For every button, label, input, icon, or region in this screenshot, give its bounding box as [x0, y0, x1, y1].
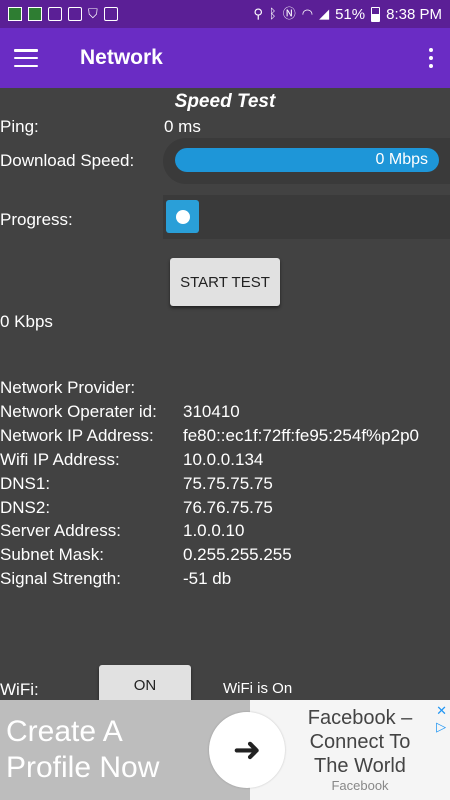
dns1-value: 75.75.75.75 — [183, 474, 273, 493]
signal-strength-label: Signal Strength: — [0, 569, 121, 588]
ad-title[interactable]: Facebook – Connect To The World — [290, 706, 430, 778]
wifi-on-button[interactable]: ON — [99, 665, 191, 705]
nfc-icon: Ⓝ — [282, 6, 296, 21]
image-icon — [48, 7, 62, 21]
wifi-status: WiFi is On — [223, 680, 293, 697]
wifi-label: WiFi: — [0, 680, 39, 699]
status-bar: ⛉ ⚲ ᛒ Ⓝ ◠ ◢ 51% 8:38 PM — [0, 0, 450, 28]
signal-strength-value: -51 db — [183, 569, 232, 588]
wifi-ip-value: 10.0.0.134 — [183, 450, 264, 469]
progress-label: Progress: — [0, 210, 73, 229]
more-vert-icon[interactable] — [428, 48, 434, 68]
adchoices-icon[interactable]: ✕ ▷ — [436, 703, 447, 735]
operator-id-value: 310410 — [183, 402, 240, 421]
download-speed-value: 0 Mbps — [375, 151, 428, 168]
arrow-right-icon[interactable]: ➜ — [209, 712, 285, 788]
server-address-label: Server Address: — [0, 521, 121, 540]
ad-advertiser: Facebook — [331, 778, 389, 793]
ping-label: Ping: — [0, 117, 39, 136]
speed-test-title: Speed Test — [174, 91, 276, 112]
download-speed-label: Download Speed: — [0, 151, 135, 170]
app-title: Network — [80, 46, 163, 69]
location-icon: ⚲ — [253, 6, 263, 21]
app-bar: Network — [0, 28, 450, 88]
clock: 8:38 PM — [386, 5, 442, 23]
ping-value: 0 ms — [164, 117, 201, 136]
dns2-label: DNS2: — [0, 498, 51, 517]
status-right-icons: ⚲ ᛒ Ⓝ ◠ ◢ 51% 8:38 PM — [253, 6, 442, 23]
dns2-value: 76.76.75.75 — [183, 498, 273, 517]
status-left-icons: ⛉ — [8, 7, 118, 21]
network-ip-value: fe80::ec1f:72ff:fe95:254f%p2p0 — [183, 426, 419, 445]
start-test-button[interactable]: START TEST — [170, 258, 280, 306]
download-speed-bar: 0 Mbps — [175, 148, 439, 172]
network-provider-label: Network Provider: — [0, 378, 136, 397]
server-address-value: 1.0.0.10 — [183, 521, 245, 540]
subnet-mask-value: 0.255.255.255 — [183, 545, 292, 564]
wifi-icon: ◠ — [301, 6, 314, 21]
ad-title-line1: Facebook – — [307, 707, 413, 729]
battery-icon — [371, 6, 381, 22]
battery-percent: 51% — [335, 5, 366, 23]
dns1-label: DNS1: — [0, 474, 51, 493]
shield-icon: ⛉ — [88, 6, 98, 21]
subnet-mask-label: Subnet Mask: — [0, 545, 104, 564]
mail-icon — [68, 7, 82, 21]
ad-title-line2: Connect To — [309, 731, 411, 753]
dictionary-icon — [103, 7, 118, 21]
rate-value: 0 Kbps — [0, 312, 53, 331]
progress-track — [163, 195, 450, 239]
operator-id-label: Network Operater id: — [0, 402, 157, 421]
wifi-ip-label: Wifi IP Address: — [0, 450, 120, 469]
ad-title-line3: The World — [314, 755, 406, 777]
bluetooth-icon: ᛒ — [268, 6, 277, 21]
app-grid-icon — [8, 7, 22, 21]
signal-icon: ◢ — [319, 6, 330, 21]
network-ip-label: Network IP Address: — [0, 426, 154, 445]
app-grid-icon — [28, 7, 42, 21]
progress-slider-handle[interactable] — [166, 200, 199, 233]
hamburger-icon[interactable] — [14, 49, 38, 67]
